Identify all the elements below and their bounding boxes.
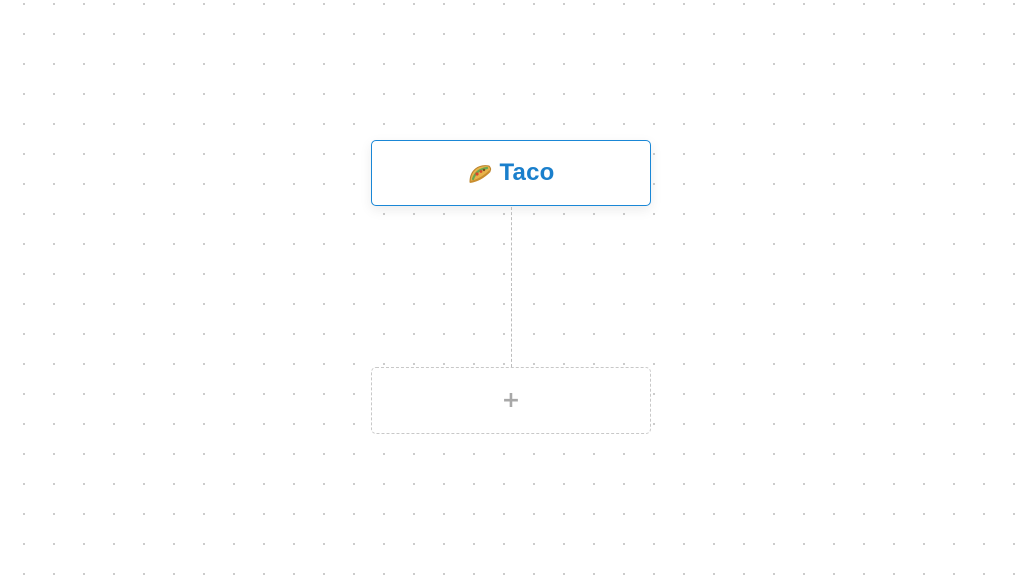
node-label: Taco	[499, 159, 555, 186]
plus-icon: +	[501, 387, 521, 413]
dashed-connector	[511, 207, 512, 367]
taco-node[interactable]: Taco	[371, 140, 651, 206]
node-content: Taco	[467, 159, 554, 187]
dotted-canvas[interactable]: Taco +	[0, 0, 1024, 576]
add-node-button[interactable]: +	[371, 367, 651, 434]
taco-emoji-icon	[469, 165, 492, 183]
